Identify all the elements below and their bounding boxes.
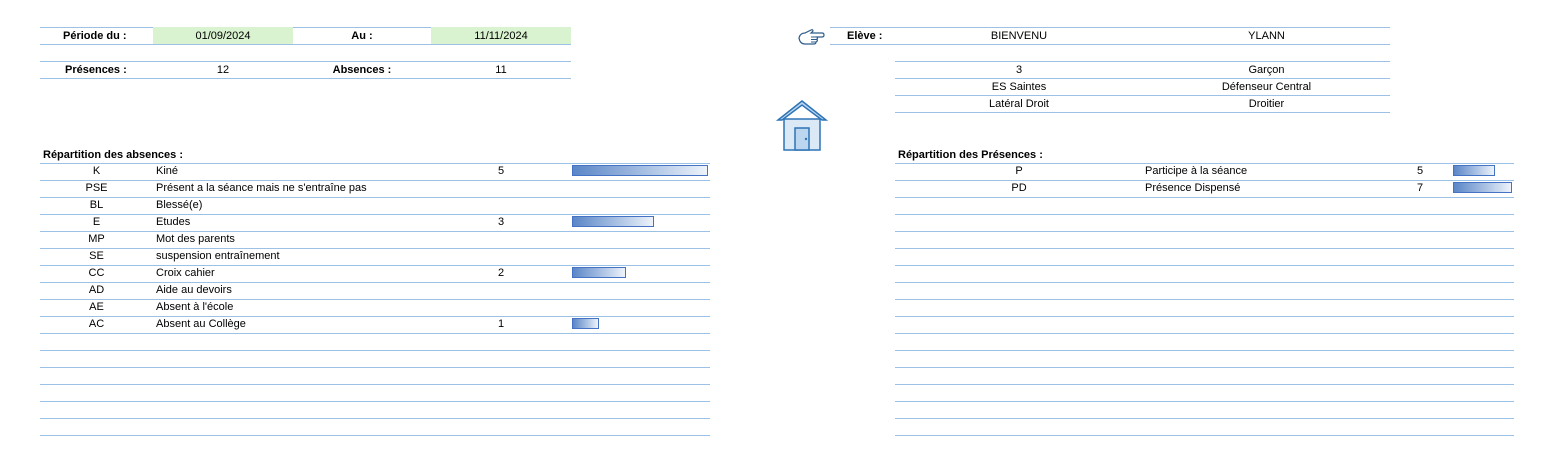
student-club: ES Saintes <box>991 81 1047 93</box>
presence-label: Participe à la séance <box>1145 165 1248 177</box>
absence-code: AD <box>88 284 105 296</box>
absence-databar <box>572 216 654 227</box>
period-from-label: Période du : <box>63 30 127 42</box>
absences-breakdown-title: Répartition des absences : <box>43 149 183 161</box>
absence-code: K <box>92 165 101 177</box>
absence-label: Blessé(e) <box>156 199 203 211</box>
absence-count <box>431 248 571 264</box>
student-foot: Droitier <box>1248 98 1285 110</box>
absence-label: suspension entraînement <box>156 250 280 262</box>
student-first-name: YLANN <box>1248 30 1285 42</box>
absence-label: Absent à l'école <box>156 301 234 313</box>
absence-label: Etudes <box>156 216 191 228</box>
absence-count: 2 <box>497 267 505 279</box>
period-to-value[interactable]: 11/11/2024 <box>431 28 571 44</box>
presence-label: Présence Dispensé <box>1145 182 1241 194</box>
absence-count: 5 <box>497 165 505 177</box>
student-number: 3 <box>1015 64 1023 76</box>
presences-total-value: 12 <box>216 64 230 76</box>
absence-label: Mot des parents <box>156 233 235 245</box>
presence-code: P <box>1015 165 1023 177</box>
absence-code: CC <box>88 267 105 279</box>
presence-databar <box>1453 182 1512 193</box>
presences-breakdown-title: Répartition des Présences : <box>898 149 1043 161</box>
presence-code: PD <box>1011 182 1027 194</box>
presences-total-label: Présences : <box>65 64 127 76</box>
absence-count <box>431 299 571 315</box>
absence-label: Absent au Collège <box>156 318 246 330</box>
absence-count <box>431 197 571 213</box>
absence-code: AE <box>89 301 104 313</box>
absence-label: Aide au devoirs <box>156 284 232 296</box>
student-secondary-position: Latéral Droit <box>989 98 1049 110</box>
absence-code: BL <box>89 199 104 211</box>
absence-databar <box>572 318 599 329</box>
absence-code: AC <box>88 318 105 330</box>
presence-databar <box>1453 165 1495 176</box>
student-last-name: BIENVENU <box>990 30 1048 42</box>
absence-count <box>431 282 571 298</box>
absence-label: Croix cahier <box>156 267 215 279</box>
absence-count <box>431 231 571 247</box>
absence-databar <box>572 267 626 278</box>
absence-count: 1 <box>497 318 505 330</box>
absence-count: 3 <box>497 216 505 228</box>
presence-count: 7 <box>1416 182 1424 194</box>
absence-code: PSE <box>85 182 108 194</box>
student-label: Elève : <box>847 30 883 42</box>
absence-code: MP <box>88 233 105 245</box>
house-icon[interactable] <box>775 98 829 152</box>
student-position: Défenseur Central <box>1221 81 1312 93</box>
absence-code: E <box>92 216 101 228</box>
period-to-label: Au : <box>351 30 373 42</box>
presence-count: 5 <box>1416 165 1424 177</box>
period-from-value[interactable]: 01/09/2024 <box>153 28 293 44</box>
absences-total-value: 11 <box>495 64 507 76</box>
absence-label: Présent a la séance mais ne s'entraîne p… <box>156 182 367 194</box>
absence-code: SE <box>89 250 104 262</box>
absence-databar <box>572 165 708 176</box>
pointing-hand-icon[interactable] <box>797 27 825 47</box>
absence-count <box>431 180 571 196</box>
absence-label: Kiné <box>156 165 179 177</box>
absences-total-label: Absences : <box>332 64 392 76</box>
student-gender: Garçon <box>1248 64 1285 76</box>
